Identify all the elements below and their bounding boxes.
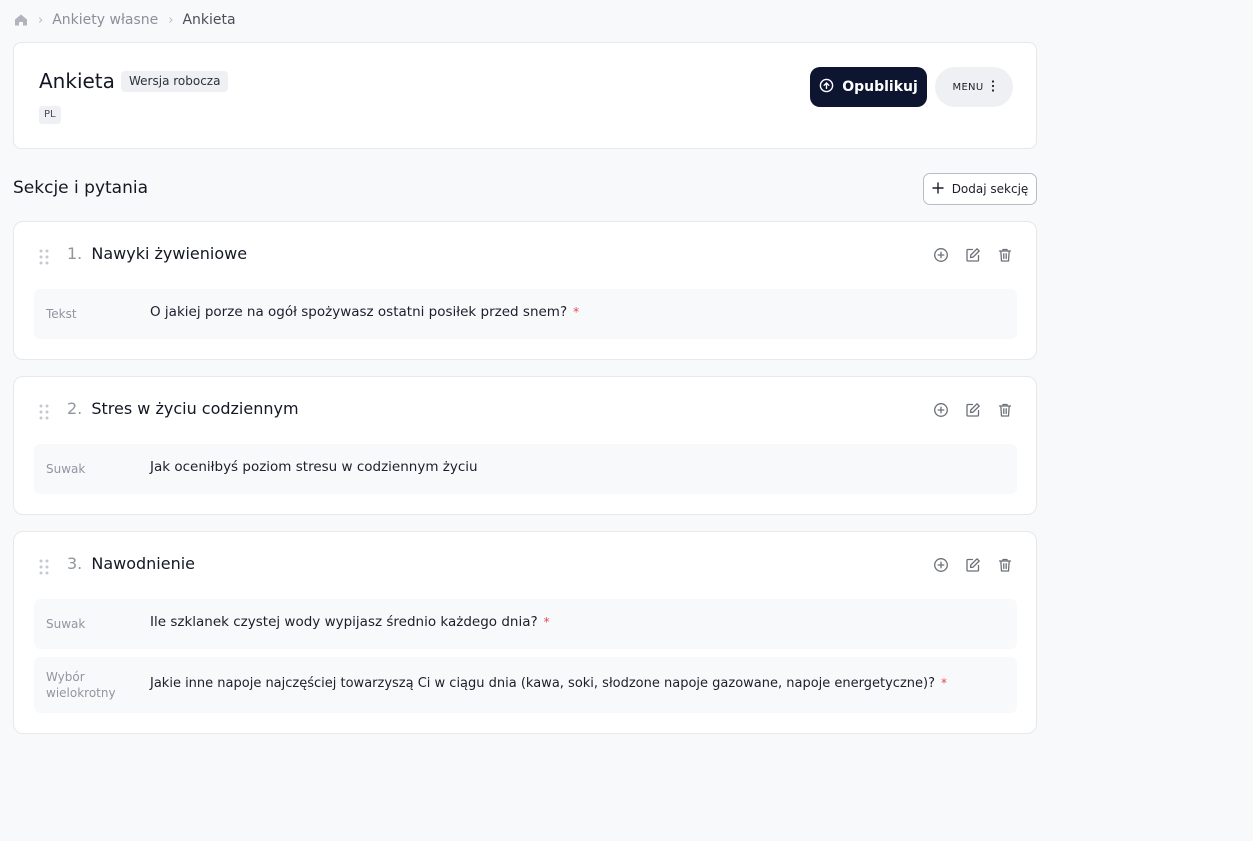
question-text-content: Jak oceniłbyś poziom stresu w codziennym…	[150, 459, 478, 475]
section-title: 2. Stres w życiu codziennym	[67, 399, 299, 418]
required-marker: *	[940, 676, 947, 690]
question-type: Wybór wielokrotny	[46, 669, 116, 701]
publish-button-label: Opublikuj	[842, 79, 918, 95]
publish-button[interactable]: Opublikuj	[810, 67, 927, 107]
section-number: 2.	[67, 399, 83, 418]
menu-button[interactable]: MENU	[935, 67, 1013, 107]
section-actions	[932, 556, 1014, 574]
question-text: Ile szklanek czystej wody wypijasz średn…	[150, 614, 550, 630]
question-text-content: Jakie inne napoje najczęściej towarzyszą…	[150, 676, 935, 691]
add-question-icon[interactable]	[932, 401, 950, 419]
language-badge: PL	[39, 106, 61, 124]
question-type: Tekst	[46, 307, 77, 321]
question-text: O jakiej porze na ogół spożywasz ostatni…	[150, 304, 579, 320]
required-marker: *	[543, 615, 550, 629]
section-card: 3. Nawodnienie Suwak Ile szklanek czyste…	[13, 531, 1037, 734]
breadcrumb: › Ankiety własne › Ankieta	[14, 10, 236, 30]
trash-icon[interactable]	[996, 246, 1014, 264]
section-title: 1. Nawyki żywieniowe	[67, 244, 247, 263]
section-title-text: Stres w życiu codziennym	[91, 399, 299, 418]
more-vertical-icon	[991, 79, 995, 95]
question-type: Suwak	[46, 462, 86, 476]
add-question-icon[interactable]	[932, 246, 950, 264]
section-title-text: Nawodnienie	[91, 554, 196, 573]
question-type-line: Wybór	[46, 670, 85, 684]
trash-icon[interactable]	[996, 401, 1014, 419]
edit-icon[interactable]	[964, 401, 982, 419]
question-row[interactable]: Wybór wielokrotny Jakie inne napoje najc…	[34, 657, 1017, 713]
add-section-label: Dodaj sekcję	[951, 182, 1029, 196]
drag-handle-icon[interactable]	[38, 558, 50, 576]
add-question-icon[interactable]	[932, 556, 950, 574]
add-section-button[interactable]: Dodaj sekcję	[923, 173, 1037, 205]
trash-icon[interactable]	[996, 556, 1014, 574]
plus-icon	[931, 181, 944, 197]
home-icon[interactable]	[14, 13, 28, 27]
upload-circle-icon	[819, 78, 834, 97]
section-card: 1. Nawyki żywieniowe Tekst O jakiej porz…	[13, 221, 1037, 360]
section-number: 3.	[67, 554, 83, 573]
edit-icon[interactable]	[964, 246, 982, 264]
breadcrumb-separator-icon: ›	[168, 12, 174, 28]
question-text-content: O jakiej porze na ogół spożywasz ostatni…	[150, 304, 568, 320]
section-card: 2. Stres w życiu codziennym Suwak Jak oc…	[13, 376, 1037, 515]
page-title: Ankieta	[39, 69, 115, 93]
section-title: 3. Nawodnienie	[67, 554, 195, 573]
question-text-content: Ile szklanek czystej wody wypijasz średn…	[150, 614, 538, 630]
section-actions	[932, 401, 1014, 419]
question-text: Jak oceniłbyś poziom stresu w codziennym…	[150, 459, 484, 475]
section-title-text: Nawyki żywieniowe	[91, 244, 248, 263]
breadcrumb-parent-link[interactable]: Ankiety własne	[52, 12, 158, 28]
survey-header-card: Ankieta Wersja robocza PL Opublikuj MENU	[13, 42, 1037, 149]
question-text: Jakie inne napoje najczęściej towarzyszą…	[150, 676, 947, 691]
question-row[interactable]: Suwak Ile szklanek czystej wody wypijasz…	[34, 599, 1017, 649]
breadcrumb-separator-icon: ›	[38, 12, 44, 28]
required-marker: *	[573, 305, 580, 319]
menu-button-label: MENU	[952, 81, 984, 93]
question-row[interactable]: Suwak Jak oceniłbyś poziom stresu w codz…	[34, 444, 1017, 494]
drag-handle-icon[interactable]	[38, 248, 50, 266]
section-actions	[932, 246, 1014, 264]
section-number: 1.	[67, 244, 83, 263]
breadcrumb-current: Ankieta	[182, 12, 236, 28]
question-type-line: wielokrotny	[46, 686, 116, 700]
sections-heading: Sekcje i pytania	[13, 178, 149, 198]
drag-handle-icon[interactable]	[38, 403, 50, 421]
question-row[interactable]: Tekst O jakiej porze na ogół spożywasz o…	[34, 289, 1017, 339]
edit-icon[interactable]	[964, 556, 982, 574]
status-badge: Wersja robocza	[121, 71, 229, 92]
question-type: Suwak	[46, 617, 86, 631]
